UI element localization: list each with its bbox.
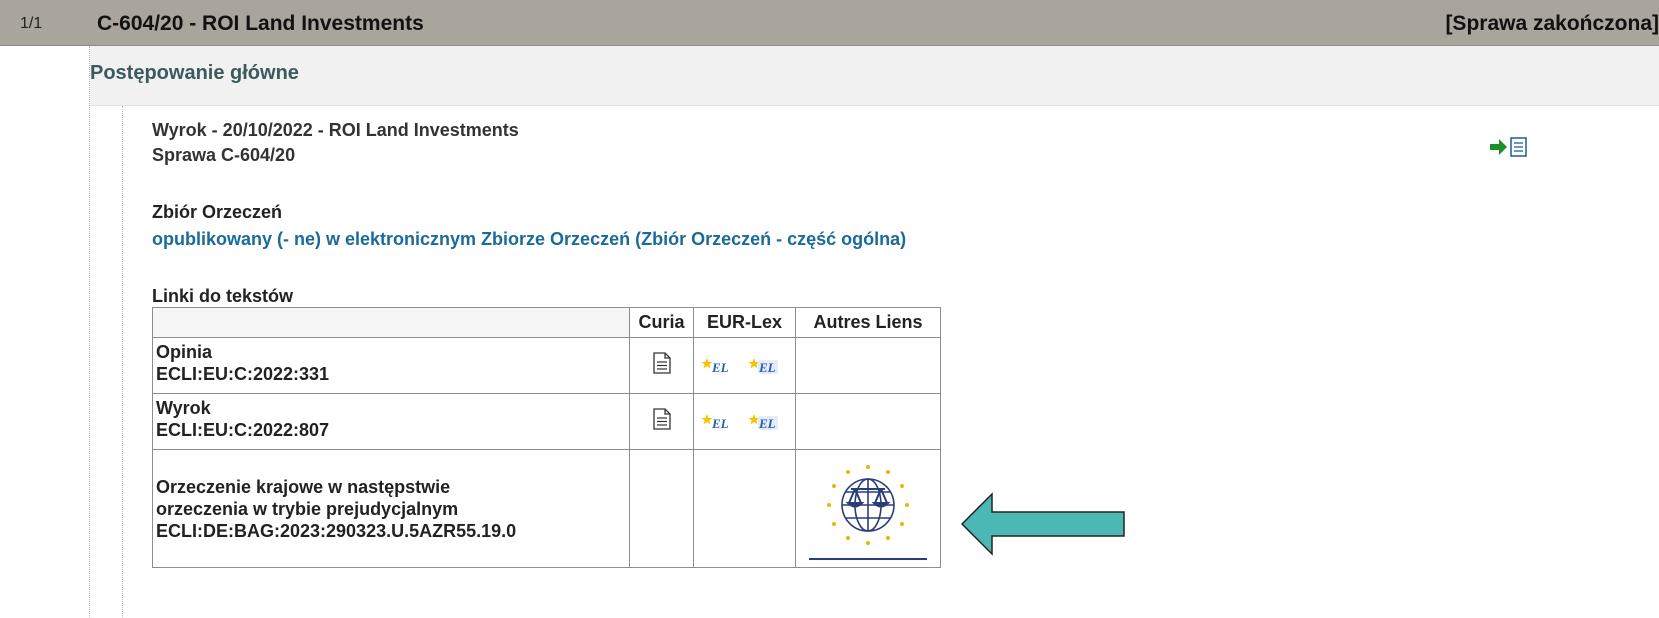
eurlex-icon[interactable]: EL: [747, 412, 783, 432]
left-gutter: [0, 46, 90, 618]
judgment-case-number: Sprawa C-604/20: [152, 145, 296, 165]
row-ecli: ECLI:DE:BAG:2023:290323.U.5AZR55.19.0: [156, 520, 517, 541]
curia-cell: [629, 337, 694, 394]
case-title: C-604/20 - ROI Land Investments: [97, 12, 424, 35]
links-table: Curia EUR-Lex Autres Liens Opinia ECLI:E…: [152, 307, 941, 568]
links-header-row: Curia EUR-Lex Autres Liens: [152, 307, 941, 338]
eurlex-cell: [693, 449, 796, 568]
document-icon[interactable]: [652, 408, 672, 430]
column-header-autres-liens: Autres Liens: [795, 307, 941, 338]
row-title-line1: Orzeczenie krajowe w następstwie: [156, 476, 451, 497]
row-title-line2: orzeczenia w trybie prejudycjalnym: [156, 498, 459, 519]
eurlex-cell: EL EL: [693, 393, 796, 450]
document-icon[interactable]: [652, 352, 672, 374]
eurlex-cell: EL EL: [693, 337, 796, 394]
arrow-document-icon[interactable]: [1488, 136, 1532, 158]
row-label-cell: Opinia ECLI:EU:C:2022:331: [152, 337, 630, 394]
svg-text:EL: EL: [758, 416, 776, 431]
row-title: Opinia: [156, 342, 213, 362]
curia-cell: [629, 393, 694, 450]
eurlex-icon[interactable]: EL: [700, 412, 736, 432]
column-header-blank: [152, 307, 630, 338]
reports-link[interactable]: opublikowany (- ne) w elektronicznym Zbi…: [152, 229, 906, 250]
ecj-globe-icon[interactable]: [803, 455, 933, 563]
reports-heading: Zbiór Orzeczeń: [152, 202, 283, 222]
eurlex-icon[interactable]: EL: [747, 356, 783, 376]
row-ecli: ECLI:EU:C:2022:331: [156, 364, 330, 384]
autres-cell: [795, 337, 941, 394]
curia-cell: [629, 449, 694, 568]
eurlex-icon[interactable]: EL: [700, 356, 736, 376]
row-title: Wyrok: [156, 398, 211, 418]
autres-cell: [795, 449, 941, 568]
row-ecli: ECLI:EU:C:2022:807: [156, 420, 330, 440]
section-title: Postępowanie główne: [90, 62, 299, 84]
row-label-cell: Orzeczenie krajowe w następstwie orzecze…: [152, 449, 630, 568]
section-bar: Postępowanie główne: [90, 46, 1659, 106]
case-header-bar: 1/1 C-604/20 - ROI Land Investments [Spr…: [0, 0, 1659, 46]
column-header-curia: Curia: [629, 307, 694, 338]
links-heading: Linki do tekstów: [152, 286, 294, 306]
autres-cell: [795, 393, 941, 450]
column-header-eurlex: EUR-Lex: [693, 307, 796, 338]
svg-text:EL: EL: [711, 416, 729, 431]
case-status: [Sprawa zakończona]: [1445, 12, 1659, 35]
table-row: Wyrok ECLI:EU:C:2022:807 EL EL: [152, 393, 941, 450]
pointer-arrow: [960, 492, 1125, 556]
svg-text:EL: EL: [758, 360, 776, 375]
table-row: Opinia ECLI:EU:C:2022:331 EL EL: [152, 337, 941, 394]
row-label-cell: Wyrok ECLI:EU:C:2022:807: [152, 393, 630, 450]
svg-text:EL: EL: [711, 360, 729, 375]
judgment-title: Wyrok - 20/10/2022 - ROI Land Investment…: [152, 120, 519, 140]
table-row: Orzeczenie krajowe w następstwie orzecze…: [152, 449, 941, 568]
sub-gutter: [90, 106, 123, 618]
result-counter: 1/1: [20, 15, 43, 32]
